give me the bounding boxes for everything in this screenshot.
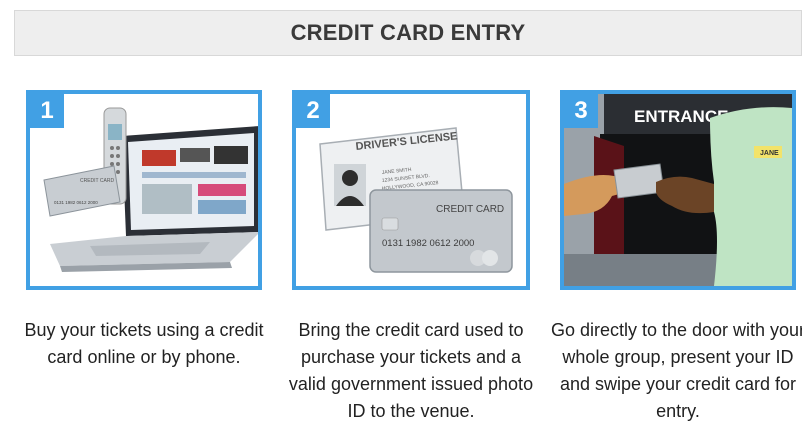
step-2-caption: Bring the credit card used to purchase y…: [288, 320, 534, 421]
step-2-card-label: CREDIT CARD: [436, 204, 504, 215]
step-3-number: 3: [564, 94, 598, 128]
step-1-card-label: CREDIT CARD: [80, 178, 114, 184]
step-1-illustration: CREDIT CARD 0131 1982 0612 2000: [43, 107, 258, 272]
step-3-caption: Go directly to the door with your whole …: [550, 320, 802, 421]
name-tag: JANE: [760, 150, 779, 157]
step-1-number: 1: [30, 94, 64, 128]
step-3-illustration: ENTRANCE JANE: [564, 94, 792, 286]
credit-card-icon: CREDIT CARD 0131 1982 0612 2000: [43, 165, 121, 217]
step-2-number: 2: [296, 94, 330, 128]
step-1-panel: 1 CREDIT CARD 0131 1982 0612 2000: [26, 90, 262, 290]
step-2-panel: 2 DRIVER'S LICENSE JANE SMITH 1234 SUNSE…: [292, 90, 530, 290]
credit-card-icon: CREDIT CARD 0131 1982 0612 2000: [369, 189, 513, 273]
step-3-panel: 3 ENTRANCE JANE: [560, 90, 796, 290]
page-title: CREDIT CARD ENTRY: [290, 20, 526, 45]
step-1-card-number: 0131 1982 0612 2000: [54, 200, 98, 205]
step-2-illustration: DRIVER'S LICENSE JANE SMITH 1234 SUNSET …: [319, 127, 513, 273]
step-1-caption: Buy your tickets using a credit card onl…: [24, 320, 264, 367]
header-bar: CREDIT CARD ENTRY: [14, 10, 802, 56]
step-2-card-number: 0131 1982 0612 2000: [382, 238, 474, 249]
